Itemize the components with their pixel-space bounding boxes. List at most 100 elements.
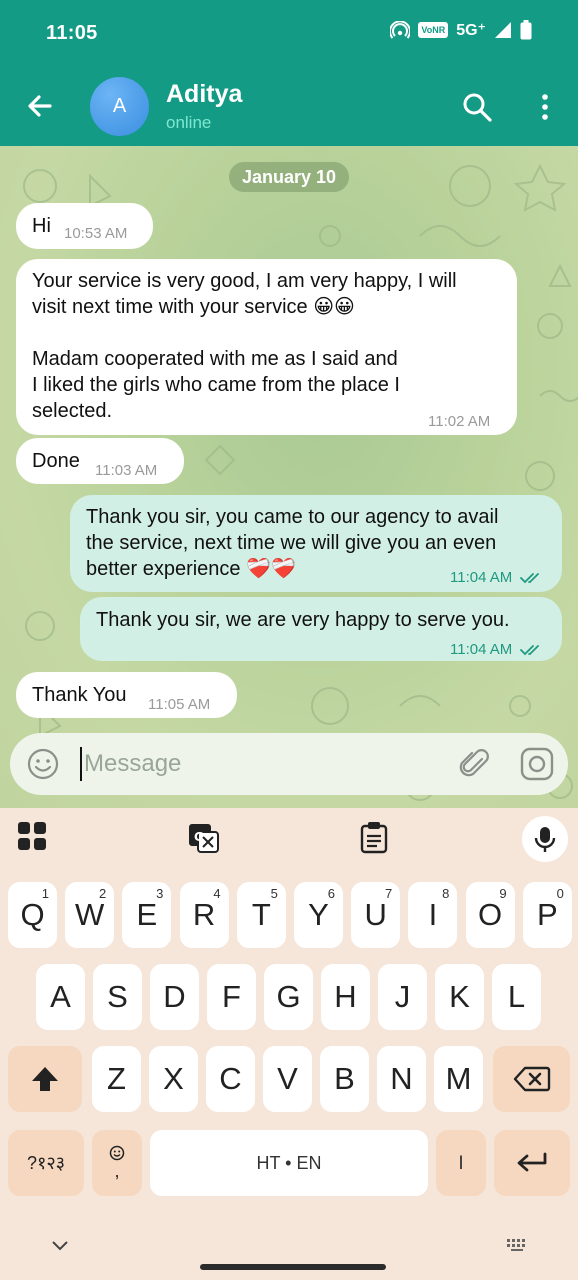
letter-key[interactable]: G bbox=[264, 964, 313, 1030]
letter-key[interactable]: M bbox=[434, 1046, 483, 1112]
symbols-key[interactable]: ?१२३ bbox=[8, 1130, 84, 1196]
letter-key[interactable]: Q1 bbox=[8, 882, 57, 948]
letter-key[interactable]: T5 bbox=[236, 882, 286, 948]
network-type: 5G⁺ bbox=[456, 22, 486, 39]
space-key[interactable]: HT • EN bbox=[150, 1130, 428, 1196]
message-incoming[interactable]: Thank You 11:05 AM bbox=[16, 672, 237, 718]
chat-area[interactable]: January 10 Hi 10:53 AM Your service is v… bbox=[0, 146, 578, 808]
key-letter: L bbox=[507, 979, 526, 1014]
letter-key[interactable]: O9 bbox=[465, 882, 515, 948]
hide-keyboard-chevron-icon[interactable] bbox=[50, 1238, 70, 1254]
letter-key[interactable]: S bbox=[93, 964, 142, 1030]
letter-key[interactable]: P0 bbox=[522, 882, 572, 948]
keyboard-switch-icon[interactable] bbox=[506, 1238, 528, 1252]
attachment-icon[interactable] bbox=[458, 747, 492, 781]
message-time: 11:03 AM bbox=[95, 462, 158, 479]
letter-key[interactable]: K bbox=[435, 964, 484, 1030]
back-arrow-icon[interactable] bbox=[22, 88, 58, 124]
message-time-text: 11:04 AM bbox=[450, 569, 513, 586]
double-check-icon bbox=[520, 573, 540, 584]
battery-icon bbox=[520, 20, 532, 40]
letter-key[interactable]: N bbox=[377, 1046, 426, 1112]
text-caret bbox=[80, 747, 82, 781]
contact-status: online bbox=[166, 113, 212, 132]
key-letter: Y bbox=[308, 897, 329, 932]
letter-key[interactable]: R4 bbox=[179, 882, 229, 948]
apps-grid-icon[interactable] bbox=[14, 818, 54, 858]
key-letter: W bbox=[75, 897, 105, 932]
letter-key[interactable]: Z bbox=[92, 1046, 141, 1112]
status-time: 11:05 bbox=[46, 22, 98, 44]
letter-key[interactable]: L bbox=[492, 964, 541, 1030]
letter-key[interactable]: F bbox=[207, 964, 256, 1030]
letter-key[interactable]: V bbox=[263, 1046, 312, 1112]
comma-label: , bbox=[114, 1160, 120, 1181]
camera-icon[interactable] bbox=[518, 745, 556, 783]
key-letter: Z bbox=[107, 1061, 126, 1096]
emoji-icon[interactable] bbox=[26, 747, 60, 781]
avatar-letter: A bbox=[112, 95, 127, 117]
letter-key[interactable]: H bbox=[321, 964, 370, 1030]
signal-icon bbox=[495, 22, 511, 38]
message-time: 10:53 AM bbox=[64, 225, 128, 242]
key-letter: B bbox=[334, 1061, 355, 1096]
enter-key[interactable] bbox=[494, 1130, 570, 1196]
letter-key[interactable]: W2 bbox=[65, 882, 115, 948]
translate-icon[interactable]: G bbox=[184, 818, 224, 858]
backspace-icon bbox=[513, 1066, 550, 1092]
letter-key[interactable]: I8 bbox=[408, 882, 458, 948]
letter-key[interactable]: J bbox=[378, 964, 427, 1030]
key-letter: D bbox=[163, 979, 186, 1014]
search-icon[interactable] bbox=[460, 90, 494, 124]
status-icons: VoNR 5G⁺ bbox=[390, 20, 532, 40]
key-letter: M bbox=[445, 1061, 472, 1096]
letter-key[interactable]: D bbox=[150, 964, 199, 1030]
message-time-text: 11:04 AM bbox=[450, 641, 513, 658]
emoji-comma-key[interactable]: , bbox=[92, 1130, 142, 1196]
key-number-hint: 0 bbox=[556, 886, 564, 901]
message-incoming[interactable]: Done 11:03 AM bbox=[16, 438, 184, 484]
shift-key[interactable] bbox=[8, 1046, 82, 1112]
microphone-icon bbox=[534, 827, 556, 852]
message-outgoing[interactable]: Thank you sir, we are very happy to serv… bbox=[80, 597, 562, 661]
key-number-hint: 7 bbox=[384, 886, 393, 901]
more-options-icon[interactable] bbox=[533, 90, 557, 124]
message-incoming[interactable]: Hi 10:53 AM bbox=[16, 203, 153, 249]
message-text: Thank You bbox=[32, 684, 127, 706]
status-bar: 11:05 VoNR 5G⁺ bbox=[0, 0, 578, 66]
message-text: Your service is very good, I am very hap… bbox=[32, 270, 457, 422]
key-number-hint: 6 bbox=[327, 886, 335, 901]
space-key-label: HT • EN bbox=[256, 1152, 322, 1173]
microphone-button[interactable] bbox=[522, 816, 568, 862]
key-letter: I bbox=[428, 897, 438, 932]
period-key[interactable]: ا bbox=[436, 1130, 486, 1196]
app-header: 11:05 VoNR 5G⁺ A Aditya online bbox=[0, 0, 578, 146]
backspace-key[interactable] bbox=[493, 1046, 570, 1112]
key-letter: R bbox=[192, 897, 216, 932]
message-outgoing[interactable]: Thank you sir, you came to our agency to… bbox=[70, 495, 562, 592]
double-check-icon bbox=[520, 645, 540, 656]
key-number-hint: 1 bbox=[41, 886, 49, 901]
symbols-key-label: ?१२३ bbox=[26, 1153, 66, 1173]
message-time: 11:04 AM bbox=[450, 637, 544, 663]
contact-name[interactable]: Aditya bbox=[166, 80, 242, 109]
key-number-hint: 4 bbox=[213, 886, 221, 901]
key-letter: A bbox=[50, 979, 71, 1014]
message-incoming[interactable]: Your service is very good, I am very hap… bbox=[16, 259, 517, 435]
message-input[interactable] bbox=[84, 747, 444, 781]
letter-key[interactable]: A bbox=[36, 964, 85, 1030]
key-letter: Q bbox=[20, 897, 45, 932]
home-indicator[interactable] bbox=[200, 1264, 386, 1270]
key-letter: F bbox=[222, 979, 241, 1014]
letter-key[interactable]: E3 bbox=[122, 882, 172, 948]
letter-key[interactable]: Y6 bbox=[294, 882, 343, 948]
letter-key[interactable]: U7 bbox=[351, 882, 401, 948]
clipboard-icon[interactable] bbox=[354, 818, 394, 858]
avatar[interactable]: A bbox=[90, 77, 149, 136]
key-letter: N bbox=[390, 1061, 413, 1096]
message-time: 11:02 AM bbox=[428, 413, 491, 430]
letter-key[interactable]: C bbox=[206, 1046, 255, 1112]
letter-key[interactable]: B bbox=[320, 1046, 369, 1112]
letter-key[interactable]: X bbox=[149, 1046, 198, 1112]
key-letter: K bbox=[449, 979, 470, 1014]
